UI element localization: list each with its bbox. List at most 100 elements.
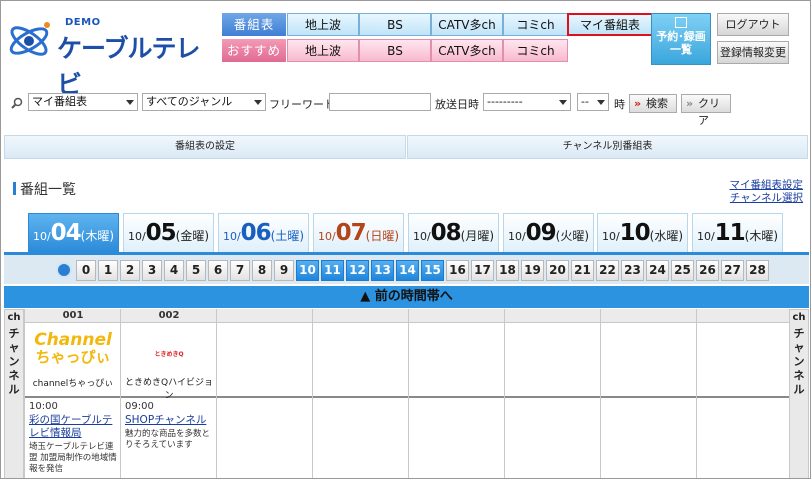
empty-channel-column: [312, 309, 408, 478]
hour-button[interactable]: 27: [721, 260, 744, 281]
nav-label-bangumi: 番組表: [222, 13, 286, 36]
empty-channel-column: [408, 309, 504, 478]
nav-my-bangumi[interactable]: マイ番組表: [567, 13, 653, 36]
hour-button[interactable]: 8: [252, 260, 272, 281]
day-month: 10/: [317, 230, 336, 243]
hour-button[interactable]: 24: [646, 260, 669, 281]
hour-button[interactable]: 16: [446, 260, 469, 281]
header: DEMO ケーブルテレビ 番組表 おすすめ 地上波 BS CATV多ch コミc…: [1, 1, 810, 99]
program-description: 魅力的な商品を多数とりそろえています: [125, 429, 211, 450]
hour-button[interactable]: 14: [396, 260, 419, 281]
nav-osusume-catv[interactable]: CATV多ch: [431, 39, 503, 62]
chevron-down-icon: [597, 100, 605, 105]
hour-button[interactable]: 28: [746, 260, 769, 281]
account-edit-button[interactable]: 登録情報変更: [717, 41, 789, 64]
hour-button[interactable]: 9: [274, 260, 294, 281]
day-weekday: (日曜): [365, 229, 400, 243]
hour-suffix-label: 時: [614, 98, 625, 111]
nav-bangumi-catv[interactable]: CATV多ch: [431, 13, 503, 36]
channel-number-empty: [601, 309, 696, 323]
hour-button[interactable]: 3: [142, 260, 162, 281]
genre-select[interactable]: すべてのジャンル: [142, 93, 266, 111]
hour-button[interactable]: 10: [296, 260, 319, 281]
channel-logo-empty: [601, 324, 696, 398]
nav-osusume-bs[interactable]: BS: [359, 39, 431, 62]
channel-logo-small: ときめきQ: [154, 351, 184, 358]
channel-select-link[interactable]: チャンネル選択: [730, 190, 803, 205]
day-tab[interactable]: 10/07(日曜): [313, 213, 404, 252]
day-month: 10/: [696, 230, 715, 243]
hour-button[interactable]: 23: [621, 260, 644, 281]
day-date: 08: [430, 220, 462, 246]
hour-button[interactable]: 1: [98, 260, 118, 281]
day-date: 09: [525, 220, 557, 246]
day-weekday: (火曜): [555, 229, 590, 243]
schedule-settings-button[interactable]: 番組表の設定: [4, 135, 406, 159]
hour-button[interactable]: 21: [571, 260, 594, 281]
hour-button[interactable]: 20: [546, 260, 569, 281]
hour-button[interactable]: 19: [521, 260, 544, 281]
hour-button[interactable]: 0: [76, 260, 96, 281]
hour-button[interactable]: 26: [696, 260, 719, 281]
channel-number-empty: [313, 309, 408, 323]
channel-number: 001: [25, 309, 121, 323]
list-select[interactable]: マイ番組表: [28, 93, 138, 111]
nav-label-osusume: おすすめ: [222, 39, 286, 62]
channel-logo-001[interactable]: Channel ちゃっぴぃ channelちゃっぴぃ: [25, 324, 121, 398]
day-weekday: (木曜): [744, 229, 779, 243]
empty-channel-column: [600, 309, 696, 478]
search-button[interactable]: » 検索: [629, 94, 677, 113]
chevron-down-icon: [126, 100, 134, 105]
hour-button[interactable]: 5: [186, 260, 206, 281]
hour-button[interactable]: 15: [421, 260, 444, 281]
clear-button[interactable]: » クリア: [681, 94, 731, 127]
day-tab[interactable]: 10/08(月曜): [408, 213, 499, 252]
hour-button[interactable]: 18: [496, 260, 519, 281]
channel-logo-text-1: Channel: [34, 330, 112, 350]
nav-osusume-komich[interactable]: コミch: [503, 39, 568, 62]
day-tab[interactable]: 10/11(木曜): [692, 213, 783, 252]
hour-button[interactable]: 13: [371, 260, 394, 281]
nav-bangumi-komich[interactable]: コミch: [503, 13, 568, 36]
day-tab[interactable]: 10/04(木曜): [28, 213, 119, 252]
program-grid: ch チャンネル 001 Channel ちゃっぴぃ channelちゃっぴぃ …: [4, 309, 809, 478]
date-select[interactable]: ---------: [483, 93, 571, 111]
channel-schedule-button[interactable]: チャンネル別番組表: [407, 135, 808, 159]
hour-button[interactable]: 2: [120, 260, 140, 281]
hour-button[interactable]: 22: [596, 260, 619, 281]
day-tab[interactable]: 10/06(土曜): [218, 213, 309, 252]
empty-channel-column: [504, 309, 600, 478]
day-tab[interactable]: 10/05(金曜): [123, 213, 214, 252]
freeword-label: フリーワード: [269, 98, 335, 111]
program-time: 10:00: [29, 401, 58, 412]
channel-logo-002[interactable]: ときめきQ ときめきQハイビジョン: [121, 324, 217, 401]
day-weekday: (木曜): [80, 229, 115, 243]
hour-button[interactable]: 7: [230, 260, 250, 281]
previous-timeslot-button[interactable]: ▲ 前の時間帯へ: [4, 286, 809, 308]
nav-bangumi-chijoha[interactable]: 地上波: [287, 13, 359, 36]
nav-bangumi-bs[interactable]: BS: [359, 13, 431, 36]
day-date: 04: [50, 220, 82, 246]
freeword-input[interactable]: [329, 93, 431, 111]
hour-button[interactable]: 17: [471, 260, 494, 281]
nav-osusume-chijoha[interactable]: 地上波: [287, 39, 359, 62]
channel-number: 002: [121, 309, 217, 323]
day-tab[interactable]: 10/09(火曜): [503, 213, 594, 252]
hour-button[interactable]: 4: [164, 260, 184, 281]
day-weekday: (水曜): [649, 229, 684, 243]
program-time: 09:00: [125, 401, 154, 412]
hour-button[interactable]: 11: [321, 260, 344, 281]
day-tab[interactable]: 10/10(水曜): [597, 213, 688, 252]
empty-channel-column: [696, 309, 789, 478]
logout-button[interactable]: ログアウト: [717, 13, 789, 36]
logo[interactable]: DEMO ケーブルテレビ: [7, 13, 217, 99]
reservation-list-button[interactable]: 予約･録画 一覧: [651, 13, 711, 65]
hour-select[interactable]: --: [577, 93, 609, 111]
hour-button[interactable]: 6: [208, 260, 228, 281]
program-title-link[interactable]: SHOPチャンネル: [125, 414, 206, 426]
hour-button[interactable]: 25: [671, 260, 694, 281]
clock-icon[interactable]: [56, 262, 72, 278]
program-title-link[interactable]: 彩の国ケーブルテレビ情報局: [29, 414, 112, 439]
channel-number-empty: [697, 309, 789, 323]
hour-button[interactable]: 12: [346, 260, 369, 281]
